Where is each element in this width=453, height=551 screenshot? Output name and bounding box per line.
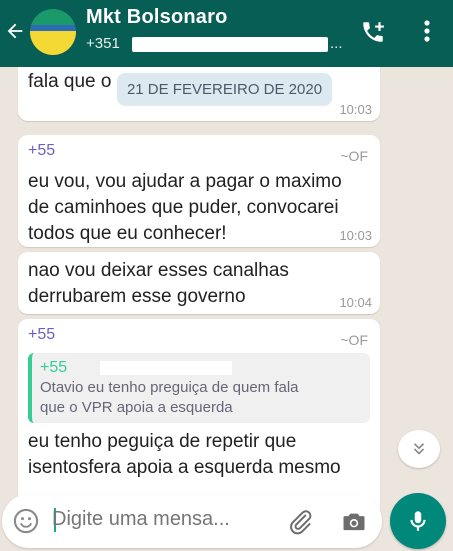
subtitle-prefix: +351 bbox=[86, 35, 120, 52]
add-call-button[interactable] bbox=[358, 17, 388, 47]
message-line: isentosfera apoia a esquerda mesmo bbox=[28, 457, 341, 478]
message-line: de caminhoes que puder, convocarei bbox=[28, 197, 339, 218]
redaction-bar bbox=[100, 361, 232, 375]
sender-push-name: ~OF bbox=[340, 148, 368, 164]
message-time: 10:03 bbox=[339, 228, 372, 243]
message-sender[interactable]: +55 bbox=[28, 325, 370, 345]
mic-icon bbox=[410, 511, 426, 531]
attach-icon bbox=[290, 510, 312, 535]
voice-message-button[interactable] bbox=[390, 493, 446, 549]
quoted-line: que o VPR apoia a esquerda bbox=[40, 399, 233, 416]
message-line: todos que eu conhecer! bbox=[28, 223, 227, 244]
redaction-bar bbox=[132, 37, 328, 52]
quoted-message[interactable]: +55 Otavio eu tenho preguiça de quem fal… bbox=[28, 353, 370, 423]
message-line: nao vou deixar esses canalhas bbox=[28, 260, 289, 281]
message-input[interactable] bbox=[52, 508, 272, 531]
emoji-icon bbox=[13, 508, 39, 534]
contact-avatar[interactable] bbox=[30, 9, 76, 55]
back-arrow-icon bbox=[7, 23, 23, 39]
quoted-line: Otavio eu tenho preguiça de quem fala bbox=[40, 379, 299, 396]
contact-subtitle[interactable]: +351 bbox=[86, 35, 120, 52]
more-vert-icon bbox=[424, 20, 430, 42]
message-time: 10:04 bbox=[339, 295, 372, 310]
more-options-button[interactable] bbox=[414, 14, 440, 48]
scroll-down-icon bbox=[413, 443, 425, 455]
add-call-icon bbox=[363, 22, 384, 42]
message-bubble[interactable]: +55 ~OF +55 Otavio eu tenho preguiça de … bbox=[18, 319, 380, 519]
message-time: 10:03 bbox=[339, 102, 372, 117]
message-bubble[interactable]: +55 ~OF eu vou, vou ajudar a pagar o max… bbox=[18, 135, 380, 247]
message-line: eu tenho peguiça de repetir que bbox=[28, 431, 297, 452]
message-composer[interactable] bbox=[2, 494, 382, 548]
message-line: eu vou, vou ajudar a pagar o maximo bbox=[28, 171, 342, 192]
chat-area[interactable]: fala que o 10:03 21 DE FEVEREIRO DE 2020… bbox=[0, 67, 453, 551]
message-sender[interactable]: +55 bbox=[28, 141, 370, 161]
camera-icon bbox=[343, 513, 365, 531]
subtitle-suffix: ... bbox=[330, 35, 343, 52]
back-button[interactable] bbox=[2, 16, 28, 46]
chat-header: Mkt Bolsonaro +351 ... bbox=[0, 0, 453, 67]
message-line: derrubarem esse governo bbox=[28, 286, 246, 307]
scroll-down-button[interactable] bbox=[398, 430, 440, 468]
message-bubble[interactable]: nao vou deixar esses canalhas derrubarem… bbox=[18, 252, 380, 314]
date-chip: 21 DE FEVEREIRO DE 2020 bbox=[117, 73, 332, 105]
emoji-button[interactable] bbox=[12, 507, 40, 535]
camera-button[interactable] bbox=[340, 508, 368, 536]
sender-push-name: ~OF bbox=[340, 332, 368, 348]
contact-name[interactable]: Mkt Bolsonaro bbox=[86, 6, 228, 29]
attach-button[interactable] bbox=[286, 508, 314, 536]
